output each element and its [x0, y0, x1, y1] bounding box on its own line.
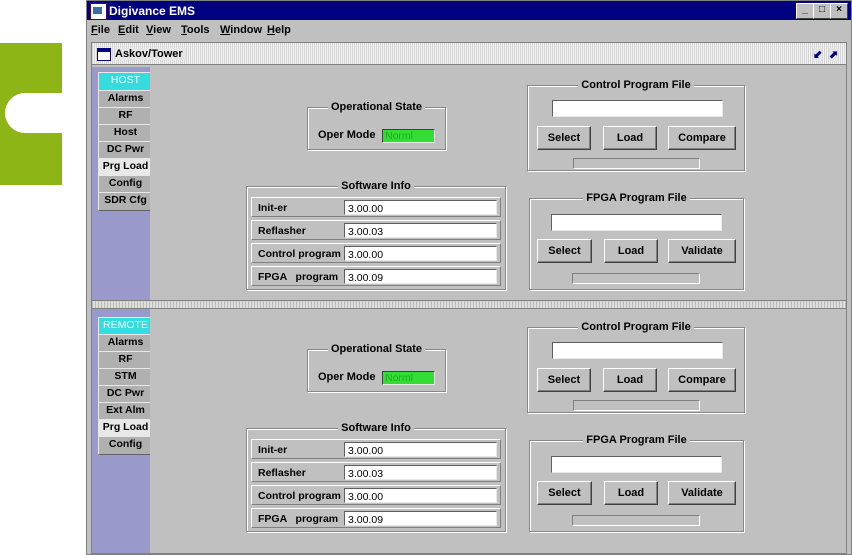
menu-tools[interactable]: Tools	[181, 24, 210, 36]
group-title: Control Program File	[578, 321, 694, 333]
remote-content: Operational State Oper Mode Norml Softwa…	[150, 309, 846, 553]
window-title: Digivance EMS	[109, 4, 196, 18]
load-button[interactable]: Load	[603, 368, 657, 392]
menu-view[interactable]: View	[146, 24, 171, 36]
progress-bar	[573, 158, 700, 169]
version-field[interactable]: 3.00.00	[344, 488, 497, 503]
row-label: Control program	[258, 490, 341, 502]
row-label: Control program	[258, 248, 341, 260]
fpga-file-path-input[interactable]	[551, 214, 722, 231]
select-button[interactable]: Select	[537, 481, 592, 505]
remote-control-program-file-group: Control Program File Select Load Compare	[527, 321, 745, 413]
row-label: Init-er	[258, 202, 288, 214]
remote-fpga-program-file-group: FPGA Program File Select Load Validate	[529, 434, 744, 532]
row-label: FPGA program	[258, 513, 339, 525]
load-button[interactable]: Load	[604, 481, 658, 505]
internal-frame: Askov/Tower ⬋ ⬈ HOST Alarms RF Host DC P…	[91, 42, 847, 554]
select-button[interactable]: Select	[537, 126, 591, 150]
close-button[interactable]: ×	[830, 3, 848, 19]
logo	[0, 43, 70, 185]
load-button[interactable]: Load	[603, 126, 657, 150]
validate-button[interactable]: Validate	[668, 481, 736, 505]
app-icon	[90, 3, 107, 20]
compare-button[interactable]: Compare	[668, 368, 736, 392]
version-field[interactable]: 3.00.09	[344, 511, 497, 526]
oper-mode-indicator: Norml	[382, 371, 435, 385]
remote-software-info-group: Software Info Init-er 3.00.00 Reflasher …	[246, 422, 506, 532]
software-row-fpga: FPGA program 3.00.09	[251, 266, 501, 286]
group-title: FPGA Program File	[583, 434, 690, 446]
internal-frame-title: Askov/Tower	[115, 48, 186, 60]
version-field[interactable]: 3.00.03	[344, 465, 497, 480]
host-content: Operational State Oper Mode Norml Softwa…	[150, 67, 846, 300]
software-row-fpga: FPGA program 3.00.09	[251, 508, 501, 528]
menu-bar: File Edit View Tools Window Help	[87, 20, 851, 40]
menu-file[interactable]: File	[91, 24, 110, 36]
maximize-frame-icon[interactable]: ⬈	[829, 48, 839, 61]
tab-host-header: HOST	[98, 72, 153, 91]
tab-sdr-cfg[interactable]: SDR Cfg	[98, 192, 153, 211]
version-field[interactable]: 3.00.09	[344, 269, 497, 284]
host-software-info-group: Software Info Init-er 3.00.00 Reflasher …	[246, 180, 506, 290]
version-field[interactable]: 3.00.00	[344, 246, 497, 261]
remote-operational-state-group: Operational State Oper Mode Norml	[307, 343, 446, 392]
compare-button[interactable]: Compare	[668, 126, 736, 150]
version-field[interactable]: 3.00.03	[344, 223, 497, 238]
host-fpga-program-file-group: FPGA Program File Select Load Validate	[529, 192, 744, 290]
app-window: Digivance EMS _ □ × File Edit View Tools…	[86, 0, 852, 555]
row-label: Init-er	[258, 444, 288, 456]
group-title: Software Info	[338, 422, 414, 434]
version-field[interactable]: 3.00.00	[344, 442, 497, 457]
group-title: FPGA Program File	[583, 192, 690, 204]
row-label: Reflasher	[258, 467, 306, 479]
frame-icon	[97, 48, 111, 61]
progress-bar	[572, 515, 700, 526]
menu-edit[interactable]: Edit	[118, 24, 139, 36]
iconify-icon[interactable]: ⬋	[813, 48, 823, 61]
progress-bar	[572, 273, 700, 284]
software-row-control: Control program 3.00.00	[251, 243, 501, 263]
group-title: Control Program File	[578, 79, 694, 91]
menu-window[interactable]: Window	[220, 24, 262, 36]
software-row-init: Init-er 3.00.00	[251, 197, 501, 217]
group-title: Operational State	[327, 101, 426, 113]
software-row-reflasher: Reflasher 3.00.03	[251, 220, 501, 240]
software-row-control: Control program 3.00.00	[251, 485, 501, 505]
minimize-button[interactable]: _	[796, 3, 814, 19]
host-operational-state-group: Operational State Oper Mode Norml	[307, 101, 446, 150]
version-field[interactable]: 3.00.00	[344, 200, 497, 215]
oper-mode-indicator: Norml	[382, 129, 435, 143]
row-label: Reflasher	[258, 225, 306, 237]
control-file-path-input[interactable]	[552, 100, 723, 117]
group-title: Operational State	[327, 343, 426, 355]
host-side-panel: HOST Alarms RF Host DC Pwr Prg Load Conf…	[92, 67, 153, 300]
row-label: FPGA program	[258, 271, 339, 283]
software-row-init: Init-er 3.00.00	[251, 439, 501, 459]
oper-mode-label: Oper Mode	[318, 129, 376, 141]
maximize-button[interactable]: □	[813, 3, 831, 19]
validate-button[interactable]: Validate	[668, 239, 736, 263]
software-row-reflasher: Reflasher 3.00.03	[251, 462, 501, 482]
progress-bar	[573, 400, 700, 411]
control-file-path-input[interactable]	[552, 342, 723, 359]
select-button[interactable]: Select	[537, 239, 592, 263]
host-control-program-file-group: Control Program File Select Load Compare	[527, 79, 745, 171]
tab-config[interactable]: Config	[98, 436, 153, 455]
select-button[interactable]: Select	[537, 368, 591, 392]
title-bar: Digivance EMS _ □ ×	[87, 1, 851, 20]
split-pane-divider[interactable]	[92, 300, 846, 309]
load-button[interactable]: Load	[604, 239, 658, 263]
oper-mode-label: Oper Mode	[318, 371, 376, 383]
fpga-file-path-input[interactable]	[551, 456, 722, 473]
remote-side-panel: REMOTE Alarms RF STM DC Pwr Ext Alm Prg …	[92, 309, 153, 553]
internal-frame-titlebar: Askov/Tower ⬋ ⬈	[92, 43, 846, 65]
menu-help[interactable]: Help	[267, 24, 291, 36]
group-title: Software Info	[338, 180, 414, 192]
